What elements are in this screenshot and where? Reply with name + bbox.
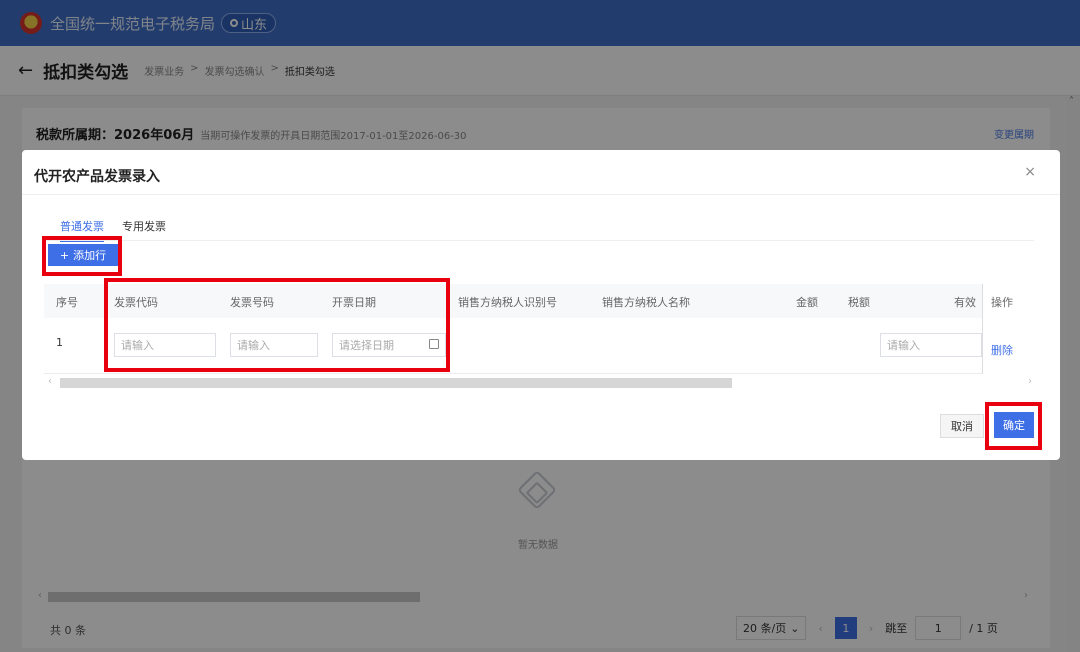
highlight-add-row <box>42 236 122 276</box>
cancel-button[interactable]: 取消 <box>940 414 984 438</box>
column-header-tax: 税额 <box>848 296 870 309</box>
column-header-index: 序号 <box>56 296 78 309</box>
column-header-valid: 有效 <box>954 296 976 309</box>
highlight-invoice-fields <box>104 278 450 372</box>
valid-tax-input[interactable]: 请输入 <box>880 333 982 357</box>
dialog-divider <box>22 194 1060 195</box>
highlight-confirm <box>985 402 1042 450</box>
table-scroll-right-icon[interactable]: › <box>1028 376 1032 387</box>
tabs-divider <box>44 240 1034 241</box>
close-icon[interactable]: × <box>1024 164 1036 180</box>
modal-mask-top <box>0 0 1080 96</box>
column-header-seller-name: 销售方纳税人名称 <box>602 296 690 309</box>
action-column: 操作 删除 <box>982 284 1034 374</box>
table-scroll-left-icon[interactable]: ‹ <box>48 376 52 387</box>
column-header-amount: 金额 <box>796 296 818 309</box>
dialog-title: 代开农产品发票录入 <box>34 169 160 185</box>
delete-row-link[interactable]: 删除 <box>991 342 1013 358</box>
tab-special-invoice[interactable]: 专用发票 <box>122 218 166 242</box>
column-header-action: 操作 <box>991 296 1013 309</box>
column-header-seller-tax-id: 销售方纳税人识别号 <box>458 296 557 309</box>
table-horizontal-scrollbar[interactable] <box>60 378 732 388</box>
row-index: 1 <box>56 336 63 349</box>
